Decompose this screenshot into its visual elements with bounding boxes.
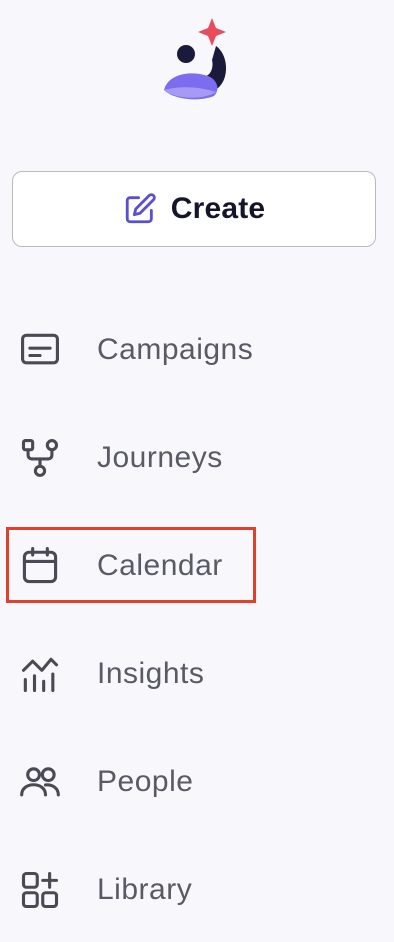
create-button[interactable]: Create [12, 171, 376, 247]
journeys-icon [18, 436, 62, 480]
people-icon [18, 760, 62, 804]
campaigns-icon [18, 328, 62, 372]
sidebar: Create Campaigns Journeys Calendar Insig… [0, 0, 394, 942]
nav-item-label: Journeys [97, 441, 223, 474]
nav-item-campaigns[interactable]: Campaigns [0, 296, 394, 404]
calendar-icon [18, 544, 62, 588]
nav-item-library[interactable]: Library [0, 836, 394, 942]
library-icon [18, 868, 62, 912]
main-nav: Campaigns Journeys Calendar Insights Peo… [0, 296, 394, 942]
nav-item-insights[interactable]: Insights [0, 620, 394, 728]
nav-item-label: Campaigns [97, 333, 254, 366]
create-button-label: Create [170, 192, 266, 225]
nav-item-label: Library [97, 873, 193, 906]
nav-item-journeys[interactable]: Journeys [0, 404, 394, 512]
insights-icon [18, 652, 62, 696]
nav-item-label: People [97, 765, 194, 798]
nav-item-calendar[interactable]: Calendar [0, 512, 394, 620]
nav-item-people[interactable]: People [0, 728, 394, 836]
nav-item-label: Insights [97, 657, 205, 690]
edit-icon [123, 192, 157, 226]
nav-item-label: Calendar [97, 549, 223, 582]
brand-logo-icon[interactable] [160, 16, 236, 100]
